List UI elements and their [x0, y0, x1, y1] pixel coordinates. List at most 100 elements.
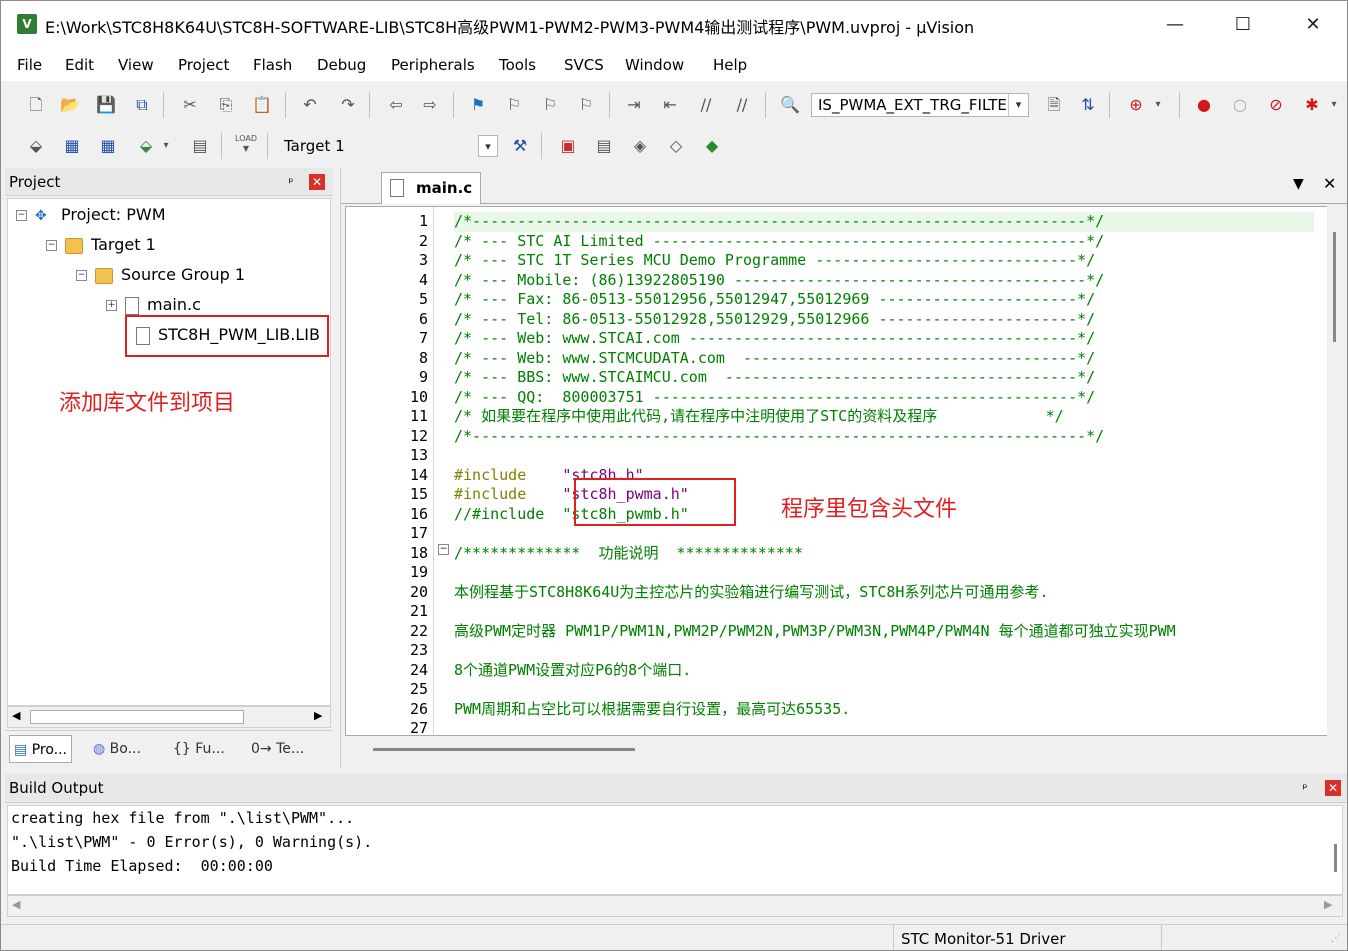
fold-icon[interactable]: −: [438, 544, 449, 555]
code-text[interactable]: /*--------------------------------------…: [454, 207, 1314, 735]
code-line: PWM周期和占空比可以根据需要自行设置，最高可达65535.: [454, 700, 850, 720]
menu-window[interactable]: Window: [625, 56, 684, 74]
next-bookmark-icon[interactable]: ⚐: [537, 93, 563, 117]
cut-icon[interactable]: ✂: [177, 93, 203, 117]
new-file-icon[interactable]: 🗋: [23, 93, 49, 117]
tree-item-target[interactable]: − Target 1: [8, 230, 330, 260]
pin-icon[interactable]: ᵖ: [283, 174, 299, 190]
chevron-down-icon[interactable]: ▾: [1151, 93, 1165, 117]
scroll-right-icon[interactable]: ▶: [1324, 898, 1332, 911]
menu-edit[interactable]: Edit: [65, 56, 94, 74]
menu-svcs[interactable]: SVCS: [564, 56, 604, 74]
rebuild-icon[interactable]: ▦: [95, 134, 121, 158]
chevron-down-icon[interactable]: ▾: [1008, 94, 1028, 116]
event-recorder-icon[interactable]: ◆: [699, 134, 725, 158]
build-icon[interactable]: ▦: [59, 134, 85, 158]
code-comment: 8个通道PWM设置对应P6的8个端口.: [454, 660, 692, 679]
editor-vertical-scrollbar[interactable]: [1327, 206, 1345, 736]
project-horizontal-scrollbar[interactable]: ◀ ▶: [7, 706, 331, 728]
menu-file[interactable]: File: [17, 56, 42, 74]
close-panel-button[interactable]: ✕: [309, 174, 325, 190]
line-number: 15: [409, 485, 428, 503]
tab-project[interactable]: ▤ Pro...: [9, 735, 73, 763]
breakpoint-icon[interactable]: ●: [1191, 93, 1217, 117]
disable-breakpoint-icon[interactable]: ○: [1227, 93, 1253, 117]
paste-icon[interactable]: 📋: [249, 93, 275, 117]
load-download-icon[interactable]: LOAD ▼: [233, 134, 259, 158]
chevron-down-icon[interactable]: ▾: [1327, 93, 1341, 117]
target-options-icon[interactable]: ⚒: [507, 134, 533, 158]
collapse-icon[interactable]: −: [46, 240, 57, 251]
editor-horizontal-scrollbar[interactable]: [345, 738, 1329, 764]
incremental-find-icon[interactable]: ⇅: [1075, 93, 1101, 117]
scroll-thumb[interactable]: [1334, 844, 1337, 872]
tab-main-c[interactable]: main.c: [381, 172, 481, 204]
copy-icon[interactable]: ⎘: [213, 93, 239, 117]
collapse-icon[interactable]: −: [76, 270, 87, 281]
resize-grip-icon[interactable]: ⋰: [1331, 933, 1341, 944]
batch-build-icon[interactable]: ⬙: [133, 134, 159, 158]
tree-item-project[interactable]: − ✥ Project: PWM: [8, 200, 330, 230]
scroll-thumb[interactable]: [1333, 232, 1336, 342]
manage-run-time-icon[interactable]: ◈: [627, 134, 653, 158]
find-combo[interactable]: IS_PWMA_EXT_TRG_FILTE ▾: [811, 93, 1029, 117]
unindent-icon[interactable]: ⇤: [657, 93, 683, 117]
debug-session-icon[interactable]: ⊕: [1123, 93, 1149, 117]
select-packs-icon[interactable]: ▤: [591, 134, 617, 158]
pin-icon[interactable]: ᵖ: [1297, 780, 1313, 796]
find-in-files-icon[interactable]: 🔍: [777, 93, 803, 117]
build-output-text[interactable]: creating hex file from ".\list\PWM"... ".…: [7, 805, 1343, 895]
code-line: /* --- Mobile: (86)13922805190 ---------…: [454, 271, 1104, 291]
menu-tools[interactable]: Tools: [499, 56, 536, 74]
bookmark-icon[interactable]: ⚑: [465, 93, 491, 117]
scroll-left-icon[interactable]: ◀: [12, 898, 20, 911]
scroll-left-icon[interactable]: ◀: [12, 709, 20, 722]
save-icon[interactable]: 💾: [93, 93, 119, 117]
redo-icon[interactable]: ↷: [335, 93, 361, 117]
clear-bookmarks-icon[interactable]: ⚐: [573, 93, 599, 117]
indent-icon[interactable]: ⇥: [621, 93, 647, 117]
scroll-thumb[interactable]: [373, 748, 635, 751]
chevron-down-icon[interactable]: ▾: [159, 134, 173, 158]
manage-project-items-icon[interactable]: ▣: [555, 134, 581, 158]
stop-build-icon[interactable]: ▤: [187, 134, 213, 158]
prev-bookmark-icon[interactable]: ⚐: [501, 93, 527, 117]
close-tab-icon[interactable]: ✕: [1323, 174, 1336, 193]
close-window-button[interactable]: ✕: [1291, 11, 1335, 39]
undo-icon[interactable]: ↶: [297, 93, 323, 117]
scroll-thumb[interactable]: [30, 710, 244, 724]
pack-installer-icon[interactable]: ◇: [663, 134, 689, 158]
navigate-back-icon[interactable]: ⇦: [383, 93, 409, 117]
translate-icon[interactable]: ⬙: [23, 134, 49, 158]
menu-view[interactable]: View: [118, 56, 154, 74]
tab-list-icon[interactable]: ▼: [1293, 176, 1304, 192]
tab-templates[interactable]: 0→ Te...: [247, 735, 308, 763]
expand-icon[interactable]: +: [106, 300, 117, 311]
navigate-forward-icon[interactable]: ⇨: [417, 93, 443, 117]
tab-books[interactable]: ◍ Bo...: [89, 735, 145, 763]
menu-flash[interactable]: Flash: [253, 56, 292, 74]
close-panel-button[interactable]: ✕: [1325, 780, 1341, 796]
find-icon[interactable]: 🗎: [1041, 93, 1067, 117]
open-folder-icon[interactable]: 📂: [57, 93, 83, 117]
menu-debug[interactable]: Debug: [317, 56, 366, 74]
code-editor[interactable]: 1 2 3 4 5 6 7 8 9 10 11 12 13 14 15 16 17 18 19 20 21 22 23 24 2…: [345, 206, 1329, 736]
menu-help[interactable]: Help: [713, 56, 747, 74]
tab-functions[interactable]: {} Fu...: [169, 735, 229, 763]
scroll-right-icon[interactable]: ▶: [314, 709, 322, 722]
build-horizontal-scrollbar[interactable]: ◀ ▶: [7, 895, 1343, 917]
comment-icon[interactable]: //: [693, 93, 719, 117]
disable-all-breakpoints-icon[interactable]: ⊘: [1263, 93, 1289, 117]
minimize-button[interactable]: —: [1153, 11, 1197, 39]
menu-peripherals[interactable]: Peripherals: [391, 56, 475, 74]
uncomment-icon[interactable]: //: [729, 93, 755, 117]
collapse-icon[interactable]: −: [16, 210, 27, 221]
maximize-button[interactable]: ☐: [1221, 11, 1265, 39]
kill-all-breakpoints-icon[interactable]: ✱: [1299, 93, 1325, 117]
tree-item-source-group[interactable]: − Source Group 1: [8, 260, 330, 290]
line-number-gutter: 1 2 3 4 5 6 7 8 9 10 11 12 13 14 15 16 17 18 19 20 21 22 23 24 2…: [346, 207, 434, 735]
target-combo[interactable]: Target 1 ▾: [277, 134, 499, 158]
save-all-icon[interactable]: ⧉: [129, 93, 155, 117]
menu-project[interactable]: Project: [178, 56, 229, 74]
chevron-down-icon[interactable]: ▾: [478, 135, 498, 157]
